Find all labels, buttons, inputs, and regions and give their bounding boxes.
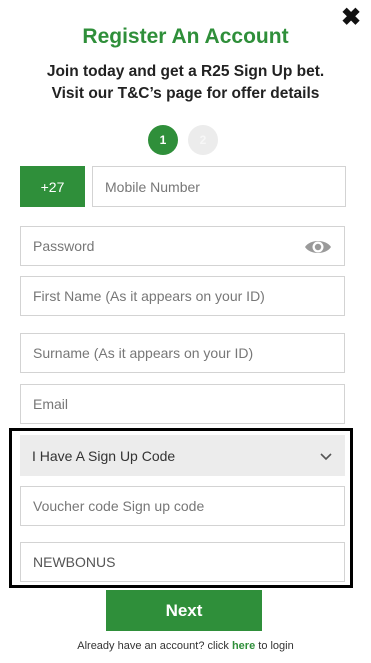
password-field[interactable] bbox=[20, 226, 345, 266]
step-indicator: 1 2 bbox=[148, 125, 218, 155]
page-title: Register An Account bbox=[82, 25, 289, 48]
eye-icon[interactable] bbox=[304, 237, 332, 257]
next-button[interactable]: Next bbox=[106, 590, 262, 631]
login-suffix: to login bbox=[255, 640, 294, 652]
highlight-box bbox=[9, 428, 353, 588]
first-name-input[interactable] bbox=[21, 277, 344, 315]
email-input[interactable] bbox=[21, 385, 344, 423]
password-input[interactable] bbox=[21, 227, 344, 265]
subtitle-line-1: Join today and get a R25 Sign Up bet. bbox=[46, 63, 325, 80]
step-1: 1 bbox=[148, 125, 178, 155]
offer-subtitle: Join today and get a R25 Sign Up bet. Vi… bbox=[20, 61, 351, 105]
mobile-number-input[interactable] bbox=[93, 167, 345, 206]
email-field[interactable] bbox=[20, 384, 345, 424]
first-name-field[interactable] bbox=[20, 276, 345, 316]
country-code[interactable]: +27 bbox=[20, 166, 85, 207]
subtitle-line-2: Visit our T&C’s page for offer details bbox=[51, 85, 320, 102]
step-2: 2 bbox=[188, 125, 218, 155]
surname-input[interactable] bbox=[21, 334, 344, 372]
surname-field[interactable] bbox=[20, 333, 345, 373]
login-link[interactable]: here bbox=[232, 640, 255, 652]
login-prompt: Already have an account? click here to l… bbox=[0, 640, 371, 652]
mobile-number-field[interactable] bbox=[92, 166, 346, 207]
login-prefix: Already have an account? click bbox=[77, 640, 232, 652]
